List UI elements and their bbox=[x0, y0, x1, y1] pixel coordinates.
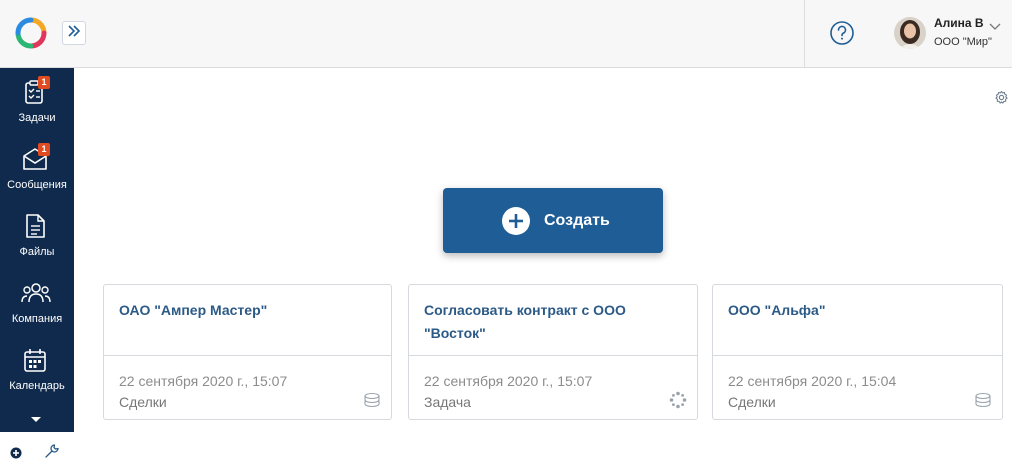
calendar-icon bbox=[21, 346, 49, 374]
triangle-down-icon[interactable] bbox=[28, 412, 44, 422]
card-type: Задача bbox=[424, 394, 471, 410]
sidebar: 1 Задачи 1 Сообщения Файлы Компания Кале… bbox=[0, 68, 74, 432]
user-name[interactable]: Алина В bbox=[934, 16, 984, 30]
plus-circle-icon bbox=[502, 207, 530, 235]
expand-sidebar-button[interactable] bbox=[62, 21, 86, 45]
sidebar-item-tasks[interactable]: 1 Задачи bbox=[0, 68, 74, 132]
chevron-down-icon[interactable] bbox=[989, 18, 1001, 30]
avatar[interactable] bbox=[894, 17, 926, 49]
sidebar-item-company[interactable]: Компания bbox=[0, 269, 74, 333]
notification-badge: 1 bbox=[38, 143, 50, 156]
card-date: 22 сентября 2020 г., 15:07 bbox=[424, 373, 593, 389]
card-title[interactable]: ОАО "Ампер Мастер" bbox=[119, 299, 384, 322]
sidebar-item-calendar[interactable]: Календарь bbox=[0, 336, 74, 400]
app-logo[interactable] bbox=[14, 16, 48, 50]
help-button[interactable] bbox=[829, 20, 855, 46]
card-title[interactable]: Согласовать контракт с ООО "Восток" bbox=[424, 299, 689, 345]
sidebar-item-label: Сообщения bbox=[7, 179, 67, 191]
gear-icon[interactable] bbox=[994, 90, 1009, 105]
notification-badge: 1 bbox=[38, 76, 50, 89]
create-button-label: Создать bbox=[544, 212, 610, 229]
coins-stack-icon bbox=[974, 391, 992, 409]
question-circle-icon bbox=[829, 21, 855, 50]
sidebar-item-label: Задачи bbox=[18, 112, 56, 124]
sidebar-item-label: Файлы bbox=[19, 246, 55, 258]
top-bar: Алина В ООО "Мир" bbox=[0, 0, 1012, 68]
recent-item-card[interactable]: Согласовать контракт с ООО "Восток" 22 с… bbox=[408, 284, 698, 420]
recent-item-card[interactable]: ООО "Альфа" 22 сентября 2020 г., 15:04 С… bbox=[712, 284, 1003, 420]
file-icon bbox=[21, 212, 49, 240]
wrench-icon[interactable] bbox=[44, 443, 60, 459]
create-button[interactable]: Создать bbox=[443, 188, 663, 253]
card-divider bbox=[409, 355, 697, 356]
people-icon bbox=[21, 279, 51, 307]
card-divider bbox=[104, 355, 391, 356]
sidebar-item-label: Календарь bbox=[9, 380, 65, 392]
coins-stack-icon bbox=[363, 391, 381, 409]
card-date: 22 сентября 2020 г., 15:04 bbox=[728, 373, 897, 389]
plus-circle-icon[interactable] bbox=[10, 446, 22, 459]
process-spinner-icon bbox=[669, 391, 687, 409]
card-type: Сделки bbox=[728, 394, 776, 410]
sidebar-item-messages[interactable]: 1 Сообщения bbox=[0, 135, 74, 199]
card-type: Сделки bbox=[119, 394, 167, 410]
card-title[interactable]: ООО "Альфа" bbox=[728, 299, 993, 322]
card-date: 22 сентября 2020 г., 15:07 bbox=[119, 373, 288, 389]
card-divider bbox=[713, 355, 1002, 356]
user-company: ООО "Мир" bbox=[934, 36, 992, 48]
recent-item-card[interactable]: ОАО "Ампер Мастер" 22 сентября 2020 г., … bbox=[103, 284, 392, 420]
sidebar-item-files[interactable]: Файлы bbox=[0, 202, 74, 266]
sidebar-item-label: Компания bbox=[11, 313, 63, 325]
header-divider bbox=[804, 0, 805, 68]
double-chevron-right-icon bbox=[67, 24, 81, 42]
